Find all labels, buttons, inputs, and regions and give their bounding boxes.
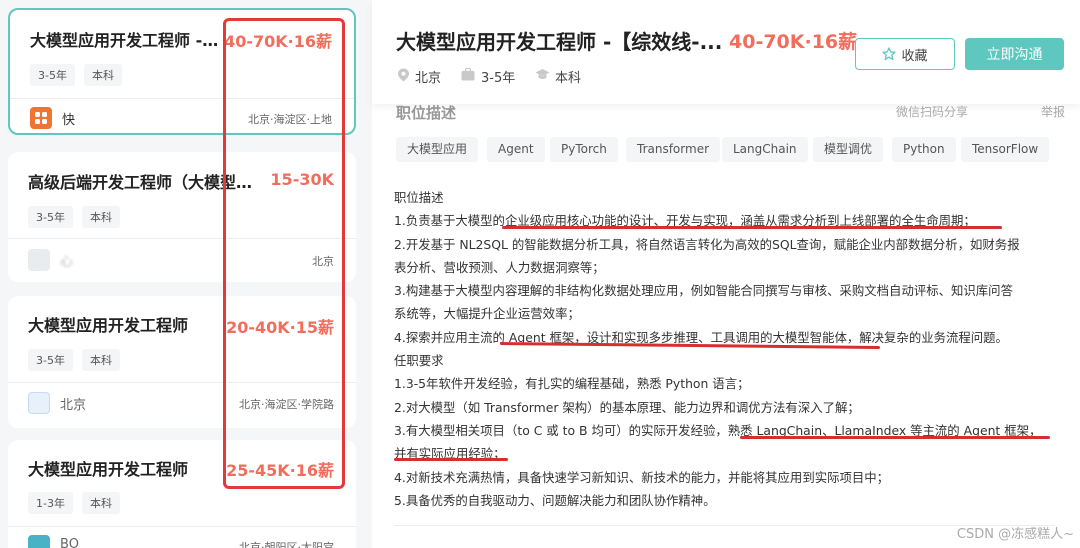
description-line: 5.具备优秀的自我驱动力、问题解决能力和团队协作精神。: [394, 492, 716, 508]
skill-tag[interactable]: Transformer: [626, 137, 721, 162]
description-line: 2.对大模型（如 Transformer 架构）的基本原理、能力边界和调优方法有…: [394, 399, 860, 415]
tag-education: 本科: [84, 64, 122, 86]
job-card-title: 大模型应用开发工程师: [28, 316, 189, 335]
tag-education: 本科: [82, 492, 120, 514]
job-card-title: 大模型应用开发工程师 -【...: [30, 31, 230, 50]
card-divider: [8, 238, 356, 239]
company-name: 北京: [60, 398, 87, 413]
description-line: 3.构建基于大模型内容理解的非结构化数据处理应用，例如智能合同撰写与审核、采购文…: [394, 283, 1013, 299]
tag-experience: 3-5年: [28, 206, 73, 228]
job-city: 北京: [415, 71, 442, 86]
job-card-salary: 25-45K·16薪: [226, 461, 334, 480]
content-divider: [394, 525, 1054, 526]
job-card-salary: 40-70K·16薪: [224, 32, 332, 51]
description-line: 表分析、营收预测、人力数据洞察等；: [394, 259, 605, 275]
company-name: 快: [62, 113, 76, 128]
job-title: 大模型应用开发工程师 -【综效线-...: [396, 30, 723, 54]
job-salary: 40-70K·16薪: [729, 31, 858, 53]
description-line: 职位描述: [394, 190, 444, 205]
card-divider: [10, 98, 354, 99]
tag-education: 本科: [82, 349, 120, 371]
company-logo: [28, 535, 50, 548]
job-card[interactable]: 大模型应用开发工程师 20-40K·15薪 3-5年 本科 北京 北京·海淀区·…: [8, 296, 356, 428]
company-logo: [30, 107, 52, 129]
description-line: 1.负责基于大模型的企业级应用核心功能的设计、开发与实现，涵盖从需求分析到上线部…: [394, 213, 976, 229]
description-header: 职位描述 微信扫码分享 举报: [396, 102, 1066, 122]
highlight-underline: [740, 436, 1050, 439]
job-card-location: 北京·海淀区·上地: [248, 113, 332, 126]
job-education: 本科: [555, 71, 582, 86]
section-title: 职位描述: [396, 104, 457, 122]
card-divider: [8, 526, 356, 527]
card-divider: [8, 382, 356, 383]
description-line: 4.对新技术充满热情，具备快速学习新知识、新技术的能力，并能将其应用到实际项目中…: [394, 469, 890, 485]
briefcase-icon: [461, 67, 475, 82]
skill-tag[interactable]: 模型调优: [813, 137, 884, 162]
job-card-salary: 20-40K·15薪: [226, 318, 334, 337]
job-card-location: 北京: [312, 255, 334, 268]
share-link[interactable]: 微信扫码分享: [896, 103, 968, 120]
skill-tag[interactable]: Python: [892, 137, 956, 162]
description-line: 任职要求: [394, 353, 444, 369]
job-card-location: 北京·海淀区·学院路: [239, 398, 334, 411]
skill-tag[interactable]: Agent: [487, 137, 545, 162]
watermark: CSDN @冻感糕人~: [956, 527, 1074, 542]
chat-now-button[interactable]: 立即沟通: [965, 38, 1064, 70]
company-name: BO: [60, 537, 79, 548]
skill-tag[interactable]: LangChain: [722, 137, 808, 162]
tag-experience: 3-5年: [30, 64, 75, 86]
company-logo: [28, 392, 50, 414]
tag-experience: 1-3年: [28, 492, 73, 514]
description-line: 系统等，大幅提升企业运营效率；: [394, 306, 580, 322]
job-experience: 3-5年: [481, 71, 516, 86]
job-detail-panel: 大模型应用开发工程师 -【综效线-... 40-70K·16薪 北京 3-5年 …: [372, 0, 1080, 548]
tag-experience: 3-5年: [28, 349, 73, 371]
job-card-location: 北京·朝阳区·太阳宫: [239, 541, 334, 548]
job-card-title: 大模型应用开发工程师: [28, 460, 189, 479]
description-line: 3.有大模型相关项目（to C 或 to B 均可）的实际开发经验，熟悉 Lan…: [394, 422, 1042, 438]
favorite-label: 收藏: [901, 48, 928, 64]
job-card[interactable]: 大模型应用开发工程师 25-45K·16薪 1-3年 本科 BO 北京·朝阳区·…: [8, 440, 356, 548]
job-description: 职位描述 1.负责基于大模型的企业级应用核心功能的设计、开发与实现，涵盖从需求分…: [394, 186, 1070, 512]
job-detail-header: 大模型应用开发工程师 -【综效线-... 40-70K·16薪 北京 3-5年 …: [372, 0, 1080, 104]
job-list: 大模型应用开发工程师 -【... 40-70K·16薪 3-5年 本科 快 北京…: [0, 0, 365, 548]
description-line: 1.3-5年软件开发经验，有扎实的编程基础，熟悉 Python 语言；: [394, 376, 750, 392]
highlight-underline: [394, 458, 508, 461]
tag-education: 本科: [82, 206, 120, 228]
job-card-title: 高级后端开发工程师（大模型应...: [28, 173, 260, 192]
job-card[interactable]: 高级后端开发工程师（大模型应... 15-30K 3-5年 本科 心 北京: [8, 152, 356, 282]
highlight-underline: [502, 226, 1002, 229]
company-name: 心: [60, 255, 74, 270]
skill-tag[interactable]: PyTorch: [550, 137, 618, 162]
description-line: 并有实际应用经验；: [394, 446, 506, 462]
company-logo: [28, 249, 50, 271]
job-card-salary: 15-30K: [270, 170, 334, 189]
graduation-icon: [535, 68, 550, 82]
job-card[interactable]: 大模型应用开发工程师 -【... 40-70K·16薪 3-5年 本科 快 北京…: [8, 8, 356, 135]
location-icon: [396, 68, 410, 82]
skill-tag[interactable]: 大模型应用: [396, 137, 479, 162]
star-icon: [882, 47, 897, 61]
report-link[interactable]: 举报: [1041, 103, 1065, 120]
favorite-button[interactable]: 收藏: [855, 38, 955, 70]
description-line: 2.开发基于 NL2SQL 的智能数据分析工具，将自然语言转化为高效的SQL查询…: [394, 236, 1020, 252]
skill-tag[interactable]: TensorFlow: [961, 137, 1050, 162]
